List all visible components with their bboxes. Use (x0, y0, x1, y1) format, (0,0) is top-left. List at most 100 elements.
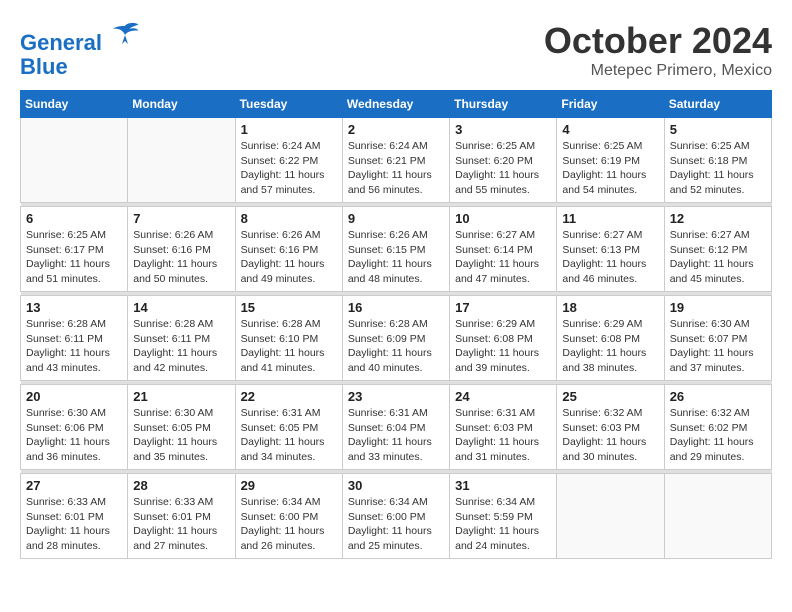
calendar-cell: 15 Sunrise: 6:28 AMSunset: 6:10 PMDayligh… (235, 296, 342, 381)
calendar-cell: 9 Sunrise: 6:26 AMSunset: 6:15 PMDaylight… (342, 207, 449, 292)
calendar-cell: 19Sunrise: 6:30 AMSunset: 6:07 PMDayligh… (664, 296, 771, 381)
day-info: Sunrise: 6:30 AMSunset: 6:05 PMDaylight:… (133, 406, 229, 465)
day-number: 25 (562, 389, 658, 404)
month-title: October 2024 (544, 20, 772, 62)
day-number: 11 (562, 211, 658, 226)
day-info: Sunrise: 6:28 AMSunset: 6:11 PMDaylight:… (133, 317, 229, 376)
day-number: 10 (455, 211, 551, 226)
week-row-5: 27 Sunrise: 6:33 AMSunset: 6:01 PMDayligh… (21, 474, 772, 559)
logo: General Blue (20, 20, 140, 79)
calendar-cell: 31 Sunrise: 6:34 AMSunset: 5:59 PMDayligh… (450, 474, 557, 559)
day-info: Sunrise: 6:31 AMSunset: 6:04 PMDaylight:… (348, 406, 444, 465)
calendar-cell (664, 474, 771, 559)
day-info: Sunrise: 6:34 AMSunset: 5:59 PMDaylight:… (455, 495, 551, 554)
day-number: 9 (348, 211, 444, 226)
day-number: 19 (670, 300, 766, 315)
day-info: Sunrise: 6:31 AMSunset: 6:03 PMDaylight:… (455, 406, 551, 465)
day-number: 18 (562, 300, 658, 315)
day-number: 31 (455, 478, 551, 493)
calendar-header-row: SundayMondayTuesdayWednesdayThursdayFrid… (21, 91, 772, 118)
day-info: Sunrise: 6:27 AMSunset: 6:13 PMDaylight:… (562, 228, 658, 287)
day-info: Sunrise: 6:30 AMSunset: 6:06 PMDaylight:… (26, 406, 122, 465)
title-block: October 2024 Metepec Primero, Mexico (544, 20, 772, 80)
calendar-cell: 21 Sunrise: 6:30 AMSunset: 6:05 PMDayligh… (128, 385, 235, 470)
day-number: 17 (455, 300, 551, 315)
day-number: 30 (348, 478, 444, 493)
day-number: 8 (241, 211, 337, 226)
day-number: 5 (670, 122, 766, 137)
day-number: 28 (133, 478, 229, 493)
col-header-tuesday: Tuesday (235, 91, 342, 118)
calendar-cell: 23 Sunrise: 6:31 AMSunset: 6:04 PMDayligh… (342, 385, 449, 470)
day-info: Sunrise: 6:28 AMSunset: 6:10 PMDaylight:… (241, 317, 337, 376)
day-info: Sunrise: 6:32 AMSunset: 6:02 PMDaylight:… (670, 406, 766, 465)
day-number: 14 (133, 300, 229, 315)
logo-general: General (20, 30, 102, 55)
day-number: 3 (455, 122, 551, 137)
day-number: 2 (348, 122, 444, 137)
day-info: Sunrise: 6:33 AMSunset: 6:01 PMDaylight:… (26, 495, 122, 554)
calendar-table: SundayMondayTuesdayWednesdayThursdayFrid… (20, 90, 772, 559)
calendar-cell: 13Sunrise: 6:28 AMSunset: 6:11 PMDayligh… (21, 296, 128, 381)
calendar-cell: 16Sunrise: 6:28 AMSunset: 6:09 PMDayligh… (342, 296, 449, 381)
day-number: 26 (670, 389, 766, 404)
day-number: 23 (348, 389, 444, 404)
col-header-sunday: Sunday (21, 91, 128, 118)
day-info: Sunrise: 6:25 AMSunset: 6:19 PMDaylight:… (562, 139, 658, 198)
day-info: Sunrise: 6:29 AMSunset: 6:08 PMDaylight:… (455, 317, 551, 376)
calendar-cell: 28 Sunrise: 6:33 AMSunset: 6:01 PMDayligh… (128, 474, 235, 559)
col-header-wednesday: Wednesday (342, 91, 449, 118)
calendar-cell: 2 Sunrise: 6:24 AMSunset: 6:21 PMDaylight… (342, 118, 449, 203)
day-info: Sunrise: 6:32 AMSunset: 6:03 PMDaylight:… (562, 406, 658, 465)
calendar-cell (557, 474, 664, 559)
calendar-cell: 27 Sunrise: 6:33 AMSunset: 6:01 PMDayligh… (21, 474, 128, 559)
calendar-cell (128, 118, 235, 203)
day-info: Sunrise: 6:25 AMSunset: 6:17 PMDaylight:… (26, 228, 122, 287)
calendar-cell: 30Sunrise: 6:34 AMSunset: 6:00 PMDayligh… (342, 474, 449, 559)
day-info: Sunrise: 6:24 AMSunset: 6:21 PMDaylight:… (348, 139, 444, 198)
calendar-cell: 26 Sunrise: 6:32 AMSunset: 6:02 PMDayligh… (664, 385, 771, 470)
day-info: Sunrise: 6:25 AMSunset: 6:20 PMDaylight:… (455, 139, 551, 198)
day-number: 27 (26, 478, 122, 493)
day-info: Sunrise: 6:24 AMSunset: 6:22 PMDaylight:… (241, 139, 337, 198)
calendar-cell: 4Sunrise: 6:25 AMSunset: 6:19 PMDaylight… (557, 118, 664, 203)
day-info: Sunrise: 6:26 AMSunset: 6:15 PMDaylight:… (348, 228, 444, 287)
week-row-2: 6 Sunrise: 6:25 AMSunset: 6:17 PMDaylight… (21, 207, 772, 292)
week-row-1: 1Sunrise: 6:24 AMSunset: 6:22 PMDaylight… (21, 118, 772, 203)
calendar-cell: 10 Sunrise: 6:27 AMSunset: 6:14 PMDayligh… (450, 207, 557, 292)
day-number: 7 (133, 211, 229, 226)
col-header-saturday: Saturday (664, 91, 771, 118)
day-number: 12 (670, 211, 766, 226)
calendar-cell: 17 Sunrise: 6:29 AMSunset: 6:08 PMDayligh… (450, 296, 557, 381)
logo-blue: Blue (20, 54, 68, 79)
week-row-3: 13Sunrise: 6:28 AMSunset: 6:11 PMDayligh… (21, 296, 772, 381)
col-header-friday: Friday (557, 91, 664, 118)
calendar-cell: 5 Sunrise: 6:25 AMSunset: 6:18 PMDaylight… (664, 118, 771, 203)
calendar-cell: 6 Sunrise: 6:25 AMSunset: 6:17 PMDaylight… (21, 207, 128, 292)
day-info: Sunrise: 6:25 AMSunset: 6:18 PMDaylight:… (670, 139, 766, 198)
col-header-monday: Monday (128, 91, 235, 118)
logo-bird-icon (110, 20, 140, 50)
calendar-cell: 8 Sunrise: 6:26 AMSunset: 6:16 PMDaylight… (235, 207, 342, 292)
day-number: 6 (26, 211, 122, 226)
day-info: Sunrise: 6:29 AMSunset: 6:08 PMDaylight:… (562, 317, 658, 376)
day-number: 20 (26, 389, 122, 404)
day-number: 15 (241, 300, 337, 315)
day-info: Sunrise: 6:28 AMSunset: 6:09 PMDaylight:… (348, 317, 444, 376)
calendar-cell: 22Sunrise: 6:31 AMSunset: 6:05 PMDayligh… (235, 385, 342, 470)
day-number: 21 (133, 389, 229, 404)
calendar-cell: 24Sunrise: 6:31 AMSunset: 6:03 PMDayligh… (450, 385, 557, 470)
calendar-cell: 1Sunrise: 6:24 AMSunset: 6:22 PMDaylight… (235, 118, 342, 203)
calendar-cell: 18 Sunrise: 6:29 AMSunset: 6:08 PMDayligh… (557, 296, 664, 381)
calendar-cell: 3 Sunrise: 6:25 AMSunset: 6:20 PMDaylight… (450, 118, 557, 203)
calendar-cell: 12Sunrise: 6:27 AMSunset: 6:12 PMDayligh… (664, 207, 771, 292)
col-header-thursday: Thursday (450, 91, 557, 118)
calendar-cell: 20 Sunrise: 6:30 AMSunset: 6:06 PMDayligh… (21, 385, 128, 470)
calendar-cell: 25 Sunrise: 6:32 AMSunset: 6:03 PMDayligh… (557, 385, 664, 470)
day-info: Sunrise: 6:33 AMSunset: 6:01 PMDaylight:… (133, 495, 229, 554)
day-info: Sunrise: 6:28 AMSunset: 6:11 PMDaylight:… (26, 317, 122, 376)
day-number: 22 (241, 389, 337, 404)
day-info: Sunrise: 6:27 AMSunset: 6:14 PMDaylight:… (455, 228, 551, 287)
day-info: Sunrise: 6:26 AMSunset: 6:16 PMDaylight:… (241, 228, 337, 287)
week-row-4: 20 Sunrise: 6:30 AMSunset: 6:06 PMDayligh… (21, 385, 772, 470)
